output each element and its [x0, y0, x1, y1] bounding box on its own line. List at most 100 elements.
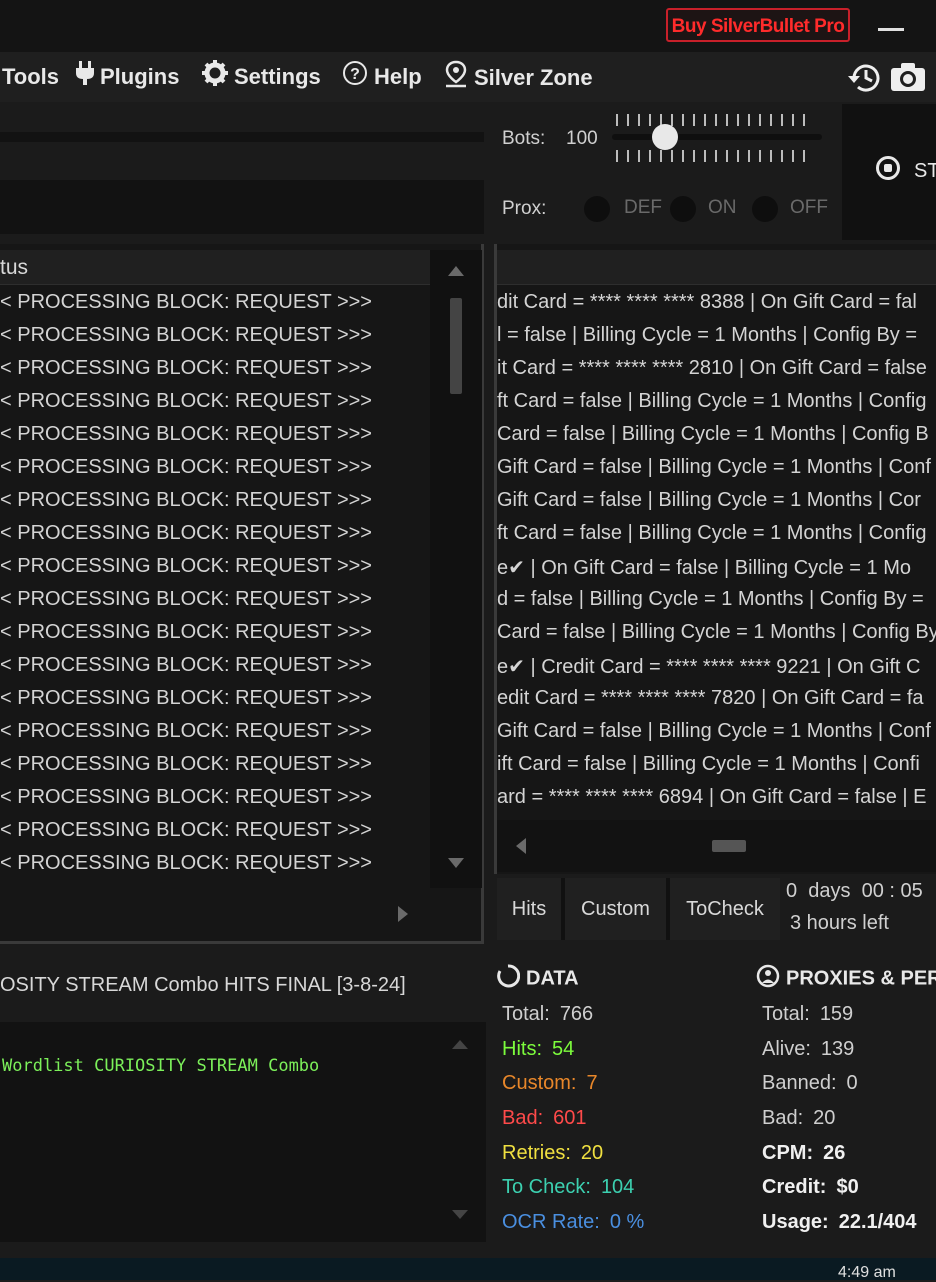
console-scroll-up-icon[interactable]	[452, 1040, 468, 1049]
data-hits: Hits: 54	[502, 1038, 574, 1061]
prox-off-radio[interactable]	[752, 196, 778, 222]
prox-off-label: OFF	[790, 197, 828, 218]
result-row[interactable]: ft Card = false | Billing Cycle = 1 Mont…	[497, 390, 926, 413]
prox-def-radio[interactable]	[584, 196, 610, 222]
log-row[interactable]: < PROCESSING BLOCK: REQUEST >>>	[0, 654, 372, 677]
results-rows: dit Card = **** **** **** 8388 | On Gift…	[497, 286, 936, 814]
log-horizontal-scrollbar[interactable]	[0, 890, 430, 940]
location-pin-icon	[444, 60, 468, 98]
log-row[interactable]: < PROCESSING BLOCK: REQUEST >>>	[0, 621, 372, 644]
menu-settings[interactable]: Settings	[202, 60, 321, 94]
taskbar	[0, 1258, 936, 1280]
log-column-header[interactable]: tus	[0, 250, 430, 285]
log-scroll-thumb[interactable]	[450, 298, 462, 394]
stop-circle-icon	[876, 156, 900, 180]
result-row[interactable]: Gift Card = false | Billing Cycle = 1 Mo…	[497, 720, 931, 743]
bots-slider-thumb[interactable]	[652, 124, 678, 150]
menu-help[interactable]: ? Help	[342, 60, 422, 94]
result-row[interactable]: ard = **** **** **** 6894 | On Gift Card…	[497, 786, 927, 809]
bots-label: Bots:	[502, 128, 546, 149]
tab-hits-label: Hits	[511, 898, 547, 920]
tab-hits[interactable]: Hits	[497, 878, 561, 940]
result-row[interactable]: ft Card = false | Billing Cycle = 1 Mont…	[497, 522, 926, 545]
data-hits-label: Hits:	[502, 1038, 542, 1060]
log-row[interactable]: < PROCESSING BLOCK: REQUEST >>>	[0, 555, 372, 578]
log-row[interactable]: < PROCESSING BLOCK: REQUEST >>>	[0, 522, 372, 545]
result-row[interactable]: it Card = **** **** **** 2810 | On Gift …	[497, 357, 927, 380]
log-row[interactable]: < PROCESSING BLOCK: REQUEST >>>	[0, 786, 372, 809]
proxies-section-title: PROXIES & PER	[756, 964, 936, 994]
prox-on-radio[interactable]	[670, 196, 696, 222]
slider-ticks-top	[616, 114, 812, 126]
log-row[interactable]: < PROCESSING BLOCK: REQUEST >>>	[0, 390, 372, 413]
data-bad-label: Bad:	[502, 1107, 544, 1129]
log-row[interactable]: < PROCESSING BLOCK: REQUEST >>>	[0, 687, 372, 710]
prox-label: Prox:	[502, 198, 547, 219]
log-row[interactable]: < PROCESSING BLOCK: REQUEST >>>	[0, 324, 372, 347]
menu-plugins[interactable]: Plugins	[76, 60, 179, 94]
data-tocheck-value: 104	[600, 1176, 635, 1198]
scroll-down-icon[interactable]	[448, 858, 464, 868]
results-scroll-thumb[interactable]	[712, 840, 746, 852]
result-row[interactable]: Card = false | Billing Cycle = 1 Months …	[497, 621, 936, 644]
proxy-bad-value: 20	[813, 1107, 836, 1129]
menu-settings-label: Settings	[234, 64, 321, 89]
log-row[interactable]: < PROCESSING BLOCK: REQUEST >>>	[0, 456, 372, 479]
tab-tocheck[interactable]: ToCheck	[670, 878, 780, 940]
proxy-total-value: 159	[819, 1003, 854, 1025]
proxy-credit-label: Credit:	[762, 1176, 827, 1198]
prox-def-label: DEF	[624, 197, 662, 218]
minimize-icon[interactable]	[878, 28, 904, 31]
log-row[interactable]: < PROCESSING BLOCK: REQUEST >>>	[0, 753, 372, 776]
data-total-value: 766	[559, 1003, 594, 1025]
log-row[interactable]: < PROCESSING BLOCK: REQUEST >>>	[0, 423, 372, 446]
result-row[interactable]: edit Card = **** **** **** 7820 | On Gif…	[497, 687, 924, 710]
results-header	[497, 250, 936, 285]
log-row[interactable]: < PROCESSING BLOCK: REQUEST >>>	[0, 852, 372, 875]
proxy-usage-label: Usage:	[762, 1211, 829, 1233]
config-name: OSITY STREAM Combo HITS FINAL [3-8-24]	[0, 974, 406, 996]
proxy-bad-label: Bad:	[762, 1107, 804, 1129]
proxy-credit: Credit: $0	[762, 1176, 859, 1199]
scroll-left-icon[interactable]	[516, 838, 526, 854]
log-row[interactable]: < PROCESSING BLOCK: REQUEST >>>	[0, 489, 372, 512]
result-row[interactable]: Gift Card = false | Billing Cycle = 1 Mo…	[497, 489, 921, 512]
log-row[interactable]: < PROCESSING BLOCK: REQUEST >>>	[0, 819, 372, 842]
data-tocheck: To Check: 104	[502, 1176, 634, 1199]
scroll-right-icon[interactable]	[398, 906, 408, 922]
result-row[interactable]: ift Card = false | Billing Cycle = 1 Mon…	[497, 753, 920, 776]
log-row[interactable]: < PROCESSING BLOCK: REQUEST >>>	[0, 357, 372, 380]
menu-tools[interactable]: Tools	[2, 60, 59, 94]
proxy-credit-value: $0	[836, 1176, 859, 1198]
log-row[interactable]: < PROCESSING BLOCK: REQUEST >>>	[0, 720, 372, 743]
log-row[interactable]: < PROCESSING BLOCK: REQUEST >>>	[0, 588, 372, 611]
wordlist-selector[interactable]	[0, 180, 484, 234]
menu-silver-zone[interactable]: Silver Zone	[444, 60, 593, 94]
result-row[interactable]: d = false | Billing Cycle = 1 Months | C…	[497, 588, 924, 611]
data-retries-label: Retries:	[502, 1142, 571, 1164]
result-row[interactable]: e✔ | Credit Card = **** **** **** 9221 |…	[497, 654, 920, 679]
result-row[interactable]: Card = false | Billing Cycle = 1 Months …	[497, 423, 929, 446]
log-row[interactable]: < PROCESSING BLOCK: REQUEST >>>	[0, 291, 372, 314]
tab-custom[interactable]: Custom	[565, 878, 666, 940]
history-icon[interactable]	[846, 62, 882, 102]
scroll-up-icon[interactable]	[448, 266, 464, 276]
tab-tocheck-label: ToCheck	[686, 898, 764, 920]
menu-plugins-label: Plugins	[100, 64, 180, 89]
console-scroll-down-icon[interactable]	[452, 1210, 468, 1219]
tab-custom-label: Custom	[581, 898, 650, 920]
result-row[interactable]: l = false | Billing Cycle = 1 Months | C…	[497, 324, 917, 347]
menu-help-label: Help	[374, 64, 422, 89]
camera-icon[interactable]	[890, 62, 926, 92]
proxy-icon	[756, 964, 780, 994]
buy-pro-button[interactable]: Buy SilverBullet Pro	[666, 8, 850, 42]
svg-text:?: ?	[350, 66, 360, 83]
bots-slider[interactable]	[612, 134, 822, 140]
result-row[interactable]: dit Card = **** **** **** 8388 | On Gift…	[497, 291, 917, 314]
result-row[interactable]: e✔ | On Gift Card = false | Billing Cycl…	[497, 555, 911, 580]
proxy-alive: Alive: 139	[762, 1038, 854, 1061]
prox-on-label: ON	[708, 197, 737, 218]
data-title-text: DATA	[526, 967, 579, 990]
proxy-alive-value: 139	[820, 1038, 855, 1060]
result-row[interactable]: Gift Card = false | Billing Cycle = 1 Mo…	[497, 456, 931, 479]
